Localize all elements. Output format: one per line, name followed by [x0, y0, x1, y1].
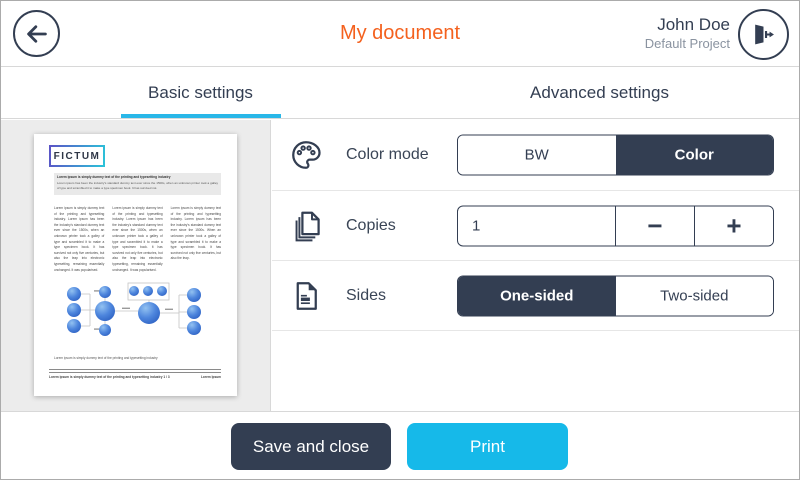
logout-button[interactable]: [738, 9, 789, 60]
document-text-columns: Lorem ipsum is simply dummy text of the …: [54, 206, 221, 282]
action-bar: Save and close Print: [1, 411, 799, 479]
document-footer: Lorem ipsum is simply dummy text of the …: [49, 375, 221, 379]
document-preview-page: FICTUM Lorem ipsum is simply dummy text …: [34, 134, 237, 396]
copies-increment-button[interactable]: +: [694, 206, 773, 245]
document-logo: FICTUM: [49, 145, 105, 167]
basic-settings-panel: Color mode BW Color Copies 1 − +: [272, 120, 799, 411]
save-and-close-button[interactable]: Save and close: [231, 423, 391, 470]
tab-advanced-settings-label: Advanced settings: [530, 83, 669, 103]
tab-basic-settings-label: Basic settings: [148, 83, 253, 103]
document-abstract: Lorem ipsum is simply dummy text of the …: [54, 173, 221, 195]
sides-option-one-sided[interactable]: One-sided: [458, 276, 616, 315]
document-caption: Lorem ipsum is simply dummy text of the …: [54, 356, 221, 360]
user-project: Default Project: [645, 35, 730, 53]
top-bar: My document John Doe Default Project: [1, 1, 799, 67]
user-info: John Doe Default Project: [645, 14, 730, 53]
color-mode-toggle: BW Color: [457, 135, 774, 176]
sides-label: Sides: [346, 287, 386, 305]
tab-basic-settings[interactable]: Basic settings: [1, 68, 400, 118]
sides-toggle: One-sided Two-sided: [457, 275, 774, 316]
color-mode-option-color[interactable]: Color: [616, 136, 774, 175]
user-name: John Doe: [645, 14, 730, 35]
color-mode-label: Color mode: [346, 146, 429, 164]
copies-label: Copies: [346, 217, 396, 235]
copies-decrement-button[interactable]: −: [615, 206, 694, 245]
copies-value-input[interactable]: 1: [458, 206, 615, 245]
setting-row-copies: Copies 1 − +: [272, 191, 799, 261]
logout-door-icon: [750, 21, 777, 48]
tab-advanced-settings[interactable]: Advanced settings: [400, 68, 799, 118]
palette-icon: [287, 136, 325, 174]
document-footer-rule: [49, 369, 221, 373]
print-settings-screen: My document John Doe Default Project Bas…: [0, 0, 800, 480]
sides-document-icon: [287, 277, 325, 315]
document-column: Lorem ipsum is simply dummy text of the …: [54, 206, 104, 282]
color-mode-option-bw[interactable]: BW: [458, 136, 616, 175]
copies-icon: [287, 207, 325, 245]
document-footer-right: Lorem Ipsum: [201, 375, 221, 379]
document-footer-left: Lorem ipsum is simply dummy text of the …: [49, 375, 170, 379]
document-abstract-body: Lorem ipsum has been the industry's stan…: [57, 181, 218, 191]
setting-row-color-mode: Color mode BW Color: [272, 120, 799, 191]
document-column: Lorem ipsum is simply dummy text of the …: [112, 206, 162, 282]
print-button[interactable]: Print: [407, 423, 568, 470]
copies-stepper: 1 − +: [457, 205, 774, 246]
setting-row-sides: Sides One-sided Two-sided: [272, 261, 799, 331]
document-column: Lorem ipsum is simply dummy text of the …: [171, 206, 221, 282]
document-bubble-diagram: [44, 282, 224, 352]
active-tab-underline: [121, 114, 281, 118]
settings-tabs: Basic settings Advanced settings: [1, 68, 799, 119]
document-preview-panel: FICTUM Lorem ipsum is simply dummy text …: [1, 120, 271, 411]
sides-option-two-sided[interactable]: Two-sided: [616, 276, 774, 315]
